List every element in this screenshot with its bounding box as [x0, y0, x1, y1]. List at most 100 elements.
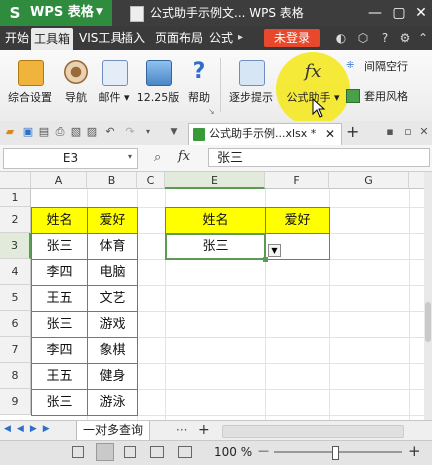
cell-b9[interactable]: 游泳: [87, 389, 138, 416]
page-break-view-icon[interactable]: [124, 446, 136, 458]
column-header-a[interactable]: A: [31, 172, 87, 189]
save-icon[interactable]: ▣: [22, 126, 34, 138]
sheet-nav-arrows-icon[interactable]: ◀◀▶▶: [4, 424, 56, 434]
row-header-9[interactable]: 9: [0, 389, 31, 415]
cell-a5[interactable]: 王五: [31, 285, 88, 312]
document-icon: [130, 6, 144, 22]
zoom-search-icon[interactable]: ⌕: [154, 150, 161, 165]
cell-f2[interactable]: 爱好: [265, 207, 330, 234]
maximize-button[interactable]: ▢: [388, 4, 410, 22]
row-header-4[interactable]: 4: [0, 259, 31, 285]
apply-style-button[interactable]: 套用风格: [346, 88, 430, 106]
scrollbar-thumb[interactable]: [425, 302, 431, 342]
sheet-tab[interactable]: 一对多查询: [76, 421, 150, 441]
app-menu-button[interactable]: S WPS 表格 ▼: [0, 0, 112, 26]
version-button[interactable]: 12.25版: [136, 54, 180, 116]
help-circle-icon[interactable]: ?: [378, 31, 392, 45]
step-hint-button[interactable]: 逐步提示: [224, 54, 278, 116]
collapse-ribbon-icon[interactable]: ⌃: [416, 31, 430, 45]
cell-a6[interactable]: 张三: [31, 311, 88, 338]
close-button[interactable]: ✕: [410, 4, 432, 22]
cell-b5[interactable]: 文艺: [87, 285, 138, 312]
column-header-h[interactable]: [409, 172, 424, 189]
navigation-button[interactable]: 导航: [58, 54, 94, 116]
cell-a3[interactable]: 张三: [31, 233, 88, 260]
tab-list-icon[interactable]: ▪: [384, 126, 396, 138]
close-tab-icon[interactable]: ✕: [325, 127, 335, 141]
minimize-button[interactable]: —: [364, 4, 386, 22]
worksheet-grid[interactable]: A B C E F G 1 2 3 4 5 6 7 8 9 姓名 爱好 张三 体…: [0, 172, 424, 420]
menu-home[interactable]: 开始: [2, 26, 32, 50]
redo-icon[interactable]: ↷: [124, 126, 136, 138]
row-header-1[interactable]: 1: [0, 189, 31, 207]
row-header-6[interactable]: 6: [0, 311, 31, 337]
new-tab-button[interactable]: +: [346, 123, 359, 141]
skin-icon[interactable]: ◐: [334, 31, 348, 45]
column-header-c[interactable]: C: [137, 172, 165, 189]
horizontal-scrollbar[interactable]: [222, 425, 404, 438]
more-commands-icon[interactable]: ▾: [142, 126, 154, 138]
row-header-8[interactable]: 8: [0, 363, 31, 389]
normal-view-icon[interactable]: [72, 446, 84, 458]
close-doc-icon[interactable]: ✕: [418, 126, 430, 138]
settings-icon[interactable]: ⚙: [398, 31, 412, 45]
dialog-launcher-icon[interactable]: ↘: [208, 108, 216, 116]
cell-e3-selected[interactable]: 张三: [165, 233, 266, 260]
cell-e2[interactable]: 姓名: [165, 207, 266, 234]
reading-mode-icon[interactable]: [150, 446, 164, 458]
cell-b7[interactable]: 象棋: [87, 337, 138, 364]
cell-b8[interactable]: 健身: [87, 363, 138, 390]
undo-icon[interactable]: ↶: [104, 126, 116, 138]
menu-overflow-icon[interactable]: ▸: [238, 31, 248, 45]
page-layout-view-icon[interactable]: [96, 443, 114, 461]
zoom-slider-thumb[interactable]: [332, 446, 339, 460]
cell-a4[interactable]: 李四: [31, 259, 88, 286]
format-painter-icon[interactable]: ▨: [86, 126, 98, 138]
column-header-f[interactable]: F: [265, 172, 329, 189]
comprehensive-settings-button[interactable]: 综合设置: [4, 54, 56, 116]
cell-a7[interactable]: 李四: [31, 337, 88, 364]
open-icon[interactable]: ▰: [4, 126, 16, 138]
print-icon[interactable]: ⎙: [54, 126, 66, 138]
eye-protection-icon[interactable]: [178, 446, 192, 458]
menu-page-layout[interactable]: 页面布局: [152, 26, 206, 50]
cell-b4[interactable]: 电脑: [87, 259, 138, 286]
select-all-corner[interactable]: [0, 172, 31, 189]
login-button[interactable]: 未登录: [264, 29, 320, 47]
tab-dropdown-icon[interactable]: ▼: [168, 126, 180, 138]
zoom-in-button[interactable]: +: [408, 442, 421, 460]
vertical-scrollbar[interactable]: [424, 172, 432, 420]
dropdown-list-icon[interactable]: ▼: [268, 244, 281, 257]
cell-a2[interactable]: 姓名: [31, 207, 88, 234]
column-header-e[interactable]: E: [165, 172, 265, 189]
row-header-5[interactable]: 5: [0, 285, 31, 311]
menu-toolbox[interactable]: 工具箱: [31, 28, 74, 50]
row-header-7[interactable]: 7: [0, 337, 31, 363]
zoom-out-button[interactable]: —: [258, 444, 269, 457]
more-sheets-icon[interactable]: ···: [176, 423, 187, 437]
row-header-2[interactable]: 2: [0, 207, 31, 233]
tile-windows-icon[interactable]: ▫: [402, 126, 414, 138]
cell-a8[interactable]: 王五: [31, 363, 88, 390]
formula-input[interactable]: 张三: [208, 148, 430, 167]
cell-b3[interactable]: 体育: [87, 233, 138, 260]
insert-function-button[interactable]: fx: [178, 149, 190, 164]
cell-b6[interactable]: 游戏: [87, 311, 138, 338]
document-tab[interactable]: 公式助手示例...xlsx * ✕: [188, 123, 342, 146]
cell-b2[interactable]: 爱好: [87, 207, 138, 234]
mail-button[interactable]: 邮件 ▾: [94, 54, 134, 116]
fill-handle[interactable]: [263, 257, 268, 262]
name-box-dropdown-icon[interactable]: ▾: [128, 152, 132, 161]
menu-insert[interactable]: 插入: [118, 26, 148, 50]
row-header-3[interactable]: 3: [0, 233, 31, 259]
interval-blank-row-button[interactable]: ⁜ 间隔空行: [346, 58, 430, 76]
export-pdf-icon[interactable]: ▤: [38, 126, 50, 138]
name-box[interactable]: E3: [3, 148, 138, 169]
column-header-b[interactable]: B: [87, 172, 137, 189]
menu-formula[interactable]: 公式: [206, 26, 236, 50]
share-icon[interactable]: ⬡: [356, 31, 370, 45]
column-header-g[interactable]: G: [329, 172, 409, 189]
print-preview-icon[interactable]: ▧: [70, 126, 82, 138]
cell-a9[interactable]: 张三: [31, 389, 88, 416]
add-sheet-button[interactable]: +: [198, 422, 210, 438]
